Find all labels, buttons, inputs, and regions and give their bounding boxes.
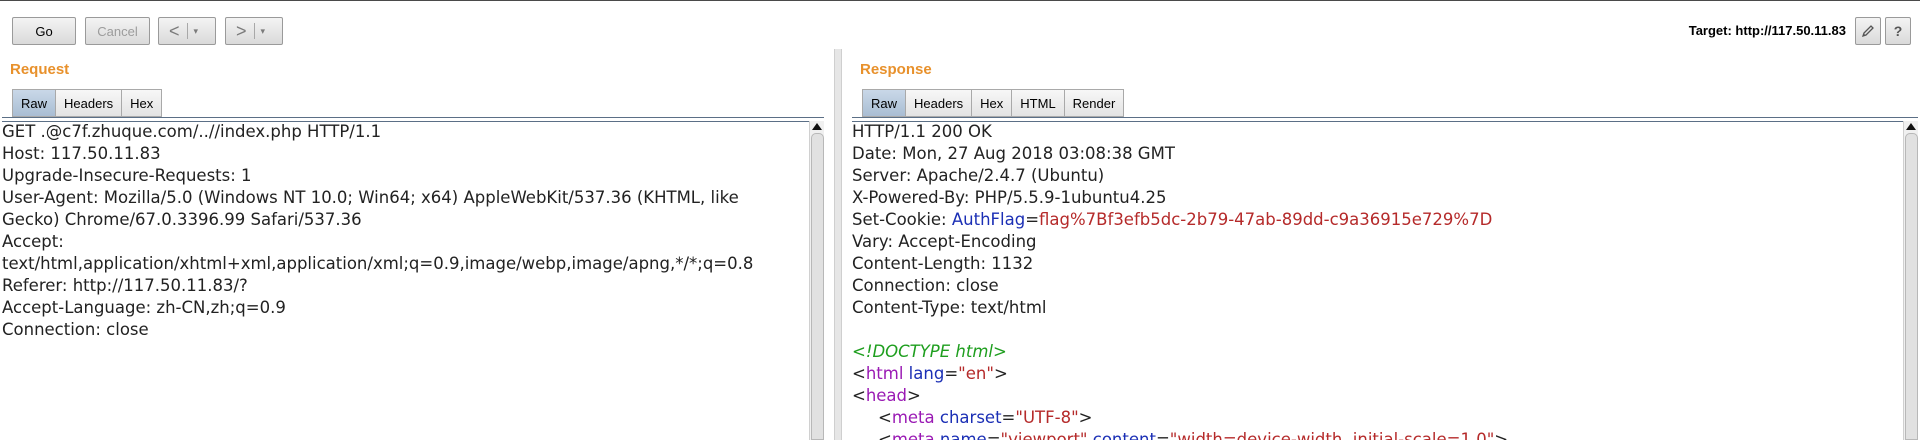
attr-value: "en" [958,364,994,383]
equals-sign: = [986,430,1001,440]
back-arrow-icon: < [169,21,180,41]
request-scrollbar[interactable] [809,121,824,440]
scroll-up-icon[interactable] [812,123,822,130]
attr-name: lang [908,364,945,383]
doctype-line: <!DOCTYPE html> [852,342,1007,361]
header-name: Set-Cookie: [852,210,952,229]
response-header-line: X-Powered-By: PHP/5.5.9-1ubuntu4.25 [852,188,1167,207]
attr-value: "UTF-8" [1015,408,1079,427]
request-tab-raw[interactable]: Raw [12,89,56,117]
cancel-button[interactable]: Cancel [85,17,150,45]
response-header-line: HTTP/1.1 200 OK [852,122,992,141]
scroll-thumb[interactable] [811,133,824,440]
response-panel: Response Raw Headers Hex HTML Render HTT… [850,51,1920,440]
request-title: Request [10,61,70,78]
bracket: < [878,408,892,427]
attr-name: name [939,430,987,440]
request-line: Host: 117.50.11.83 [2,144,161,163]
back-button[interactable]: < ▾ [158,17,216,45]
help-button[interactable]: ? [1885,17,1911,45]
response-tab-headers[interactable]: Headers [905,89,972,117]
response-scrollbar[interactable] [1903,121,1918,440]
edit-target-button[interactable] [1855,17,1881,45]
button-separator [253,23,255,39]
response-tab-hex[interactable]: Hex [971,89,1012,117]
response-header-line: Content-Length: 1132 [852,254,1034,273]
forward-arrow-icon: > [236,21,247,41]
tag-name: html [865,364,904,383]
bracket: > [993,364,1008,383]
request-line: Upgrade-Insecure-Requests: 1 [2,166,252,185]
tag-name: meta [891,430,935,440]
head-open-line: <head> [852,385,1898,407]
bracket: > [1494,430,1509,440]
equals-sign: = [1001,408,1016,427]
response-tab-raw[interactable]: Raw [862,89,906,117]
request-line: Connection: close [2,320,149,339]
meta-charset-line: <meta charset="UTF-8"> [852,407,1898,429]
request-editor[interactable]: GET .@c7f.zhuque.com/..//index.php HTTP/… [2,121,808,440]
forward-button[interactable]: > ▾ [225,17,283,45]
response-tab-render[interactable]: Render [1063,89,1125,117]
request-line: User-Agent: Mozilla/5.0 (Windows NT 10.0… [2,188,739,207]
scroll-thumb[interactable] [1905,133,1918,440]
bracket: < [878,430,892,440]
tag-name: meta [891,408,935,427]
bracket: < [852,386,866,405]
request-panel: Request Raw Headers Hex GET .@c7f.zhuque… [0,51,826,440]
response-header-line: Content-Type: text/html [852,298,1047,317]
request-line: text/html,application/xhtml+xml,applicat… [2,254,754,273]
request-line: Referer: http://117.50.11.83/? [2,276,248,295]
dropdown-arrow-icon[interactable]: ▾ [261,26,266,37]
attr-value: "width=device-width, initial-scale=1.0" [1169,430,1495,440]
response-viewer[interactable]: HTTP/1.1 200 OK Date: Mon, 27 Aug 2018 0… [852,121,1898,440]
set-cookie-line: Set-Cookie: AuthFlag=flag%7Bf3efb5dc-2b7… [852,209,1898,231]
bracket: > [1078,408,1093,427]
bracket: < [852,364,866,383]
tag-name: head [865,386,908,405]
help-icon: ? [1893,23,1903,39]
scroll-up-icon[interactable] [1906,123,1916,130]
meta-viewport-line: <meta name="viewport" content="width=dev… [852,429,1898,440]
request-tab-headers[interactable]: Headers [55,89,122,117]
response-tabs: Raw Headers Hex HTML Render [862,89,1125,117]
response-header-line: Vary: Accept-Encoding [852,232,1037,251]
response-header-line: Connection: close [852,276,999,295]
bracket: > [907,386,921,405]
panel-splitter[interactable] [834,49,842,440]
request-line: Gecko) Chrome/67.0.3396.99 Safari/537.36 [2,210,362,229]
request-tab-hex[interactable]: Hex [121,89,163,117]
go-button[interactable]: Go [12,17,76,45]
attr-value: "viewport" [1000,430,1088,440]
target-label: Target: http://117.50.11.83 [1688,23,1846,38]
cookie-name: AuthFlag [951,210,1026,229]
response-header-line: Date: Mon, 27 Aug 2018 03:08:38 GMT [852,144,1175,163]
html-open-line: <html lang="en"> [852,363,1898,385]
equals-sign: = [1025,210,1040,229]
equals-sign: = [1155,430,1170,440]
cookie-value: flag%7Bf3efb5dc-2b79-47ab-89dd-c9a36915e… [1039,210,1493,229]
request-tabs: Raw Headers Hex [12,89,163,117]
dropdown-arrow-icon[interactable]: ▾ [194,26,199,37]
response-title: Response [860,61,932,78]
equals-sign: = [944,364,959,383]
request-line: GET .@c7f.zhuque.com/..//index.php HTTP/… [2,122,382,141]
button-separator [186,23,188,39]
attr-name: charset [939,408,1002,427]
response-tab-html[interactable]: HTML [1011,89,1064,117]
pencil-icon [1861,25,1874,38]
response-header-line: Server: Apache/2.4.7 (Ubuntu) [852,166,1105,185]
request-line: Accept-Language: zh-CN,zh;q=0.9 [2,298,286,317]
request-line: Accept: [2,232,64,251]
attr-name: content [1092,430,1156,440]
